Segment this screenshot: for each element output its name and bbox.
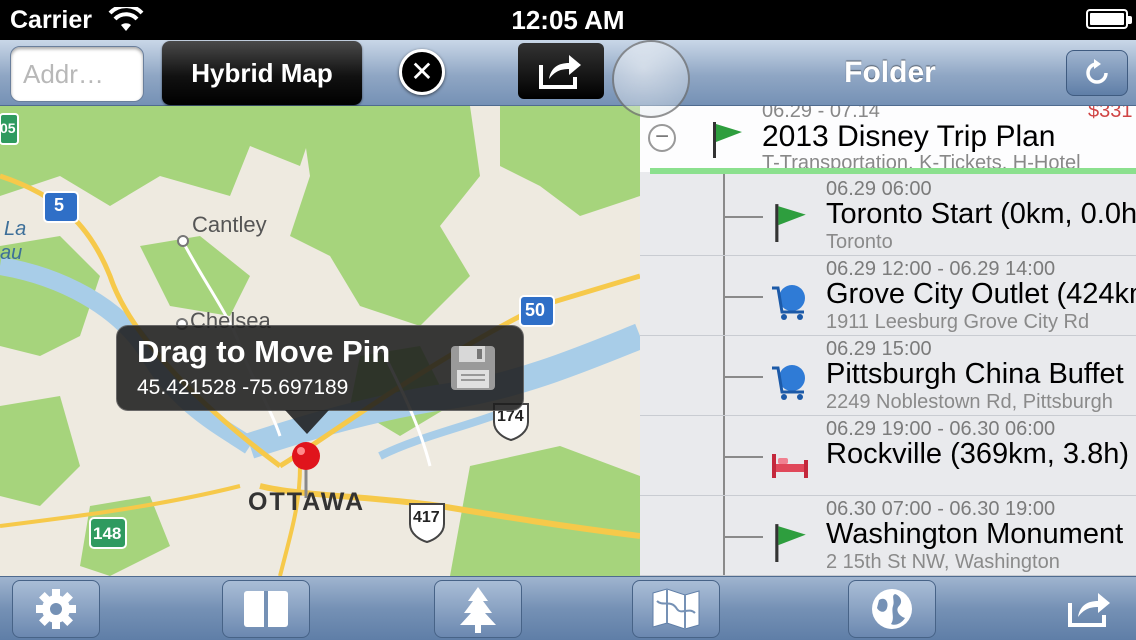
map-label-au: au (0, 242, 23, 264)
map-label-route-148: 148 (93, 524, 122, 543)
shopping-cart-icon (772, 285, 805, 320)
refresh-button[interactable] (1066, 50, 1128, 96)
map-label-route-417: 417 (413, 509, 440, 526)
status-bar: Carrier 12:05 AM (0, 0, 1136, 40)
tree-icon (460, 587, 496, 633)
address-input[interactable]: Addr… (10, 46, 144, 102)
selection-bar (650, 168, 1136, 174)
list-item[interactable]: 06.29 19:00 - 06.30 06:00 Rockville (369… (640, 416, 1136, 496)
tree-button[interactable] (434, 580, 522, 638)
book-button[interactable] (222, 580, 310, 638)
flag-icon (775, 204, 806, 242)
gear-icon (36, 589, 76, 629)
map-button[interactable] (632, 580, 720, 638)
map-pin-icon[interactable] (289, 440, 323, 500)
list-item[interactable]: 06.29 06:00 Toronto Start (0km, 0.0h) To… (640, 176, 1136, 256)
share-button[interactable] (518, 43, 604, 99)
settings-button[interactable] (12, 580, 100, 638)
map-label-route-05: 05 (0, 120, 16, 136)
trip-header-row[interactable]: − 06.29 - 07.14 $331 2013 Disney Trip Pl… (640, 106, 1136, 174)
status-time: 12:05 AM (511, 5, 625, 35)
flag-icon (713, 122, 742, 158)
folder-list[interactable]: − 06.29 - 07.14 $331 2013 Disney Trip Pl… (640, 106, 1136, 576)
callout-title: Drag to Move Pin (137, 334, 391, 369)
item-address: Toronto (826, 231, 893, 253)
list-item[interactable]: 06.30 07:00 - 06.30 19:00 Washington Mon… (640, 496, 1136, 576)
item-name: Washington Monument (826, 518, 1124, 550)
shopping-cart-icon (772, 365, 805, 400)
trip-price: $331 (1088, 106, 1133, 122)
item-name: Pittsburgh China Buffet (826, 358, 1124, 390)
item-address: 2249 Noblestown Rd, Pittsburgh (826, 391, 1113, 413)
item-address: 2 15th St NW, Washington (826, 551, 1060, 573)
list-item[interactable]: 06.29 15:00 Pittsburgh China Buffet 2249… (640, 336, 1136, 416)
map-label-route-5: 5 (54, 195, 65, 215)
bed-icon (772, 454, 808, 478)
item-name: Grove City Outlet (424km) (826, 278, 1136, 310)
magnifier-loupe (612, 40, 690, 118)
globe-button[interactable] (848, 580, 936, 638)
pin-callout[interactable]: Drag to Move Pin 45.421528 -75.697189 (116, 325, 524, 434)
map-type-button[interactable]: Hybrid Map (162, 41, 362, 105)
trip-name: 2013 Disney Trip Plan (762, 120, 1056, 153)
item-name: Rockville (369km, 3.8h) (826, 438, 1129, 470)
globe-icon (872, 589, 912, 629)
folder-title: Folder (844, 56, 936, 89)
map-label-la: La (4, 218, 27, 240)
map-label-cantley: Cantley (192, 212, 267, 237)
bottom-toolbar (0, 576, 1136, 640)
collapse-icon[interactable]: − (648, 124, 676, 152)
share-icon (539, 55, 581, 89)
map-icon (652, 588, 700, 630)
callout-coordinates: 45.421528 -75.697189 (137, 376, 349, 399)
flag-icon (775, 524, 806, 562)
item-name: Toronto Start (0km, 0.0h) (826, 198, 1136, 230)
book-icon (244, 591, 288, 627)
export-button[interactable] (1060, 580, 1120, 638)
list-item[interactable]: 06.29 12:00 - 06.29 14:00 Grove City Out… (640, 256, 1136, 336)
battery-icon (1086, 9, 1132, 29)
save-icon[interactable] (449, 344, 497, 392)
refresh-icon (1086, 59, 1108, 84)
item-address: 1911 Leesburg Grove City Rd (826, 311, 1090, 333)
share-icon (1068, 593, 1110, 627)
close-icon[interactable]: ✕ (399, 49, 445, 95)
map-label-route-50: 50 (525, 300, 546, 320)
